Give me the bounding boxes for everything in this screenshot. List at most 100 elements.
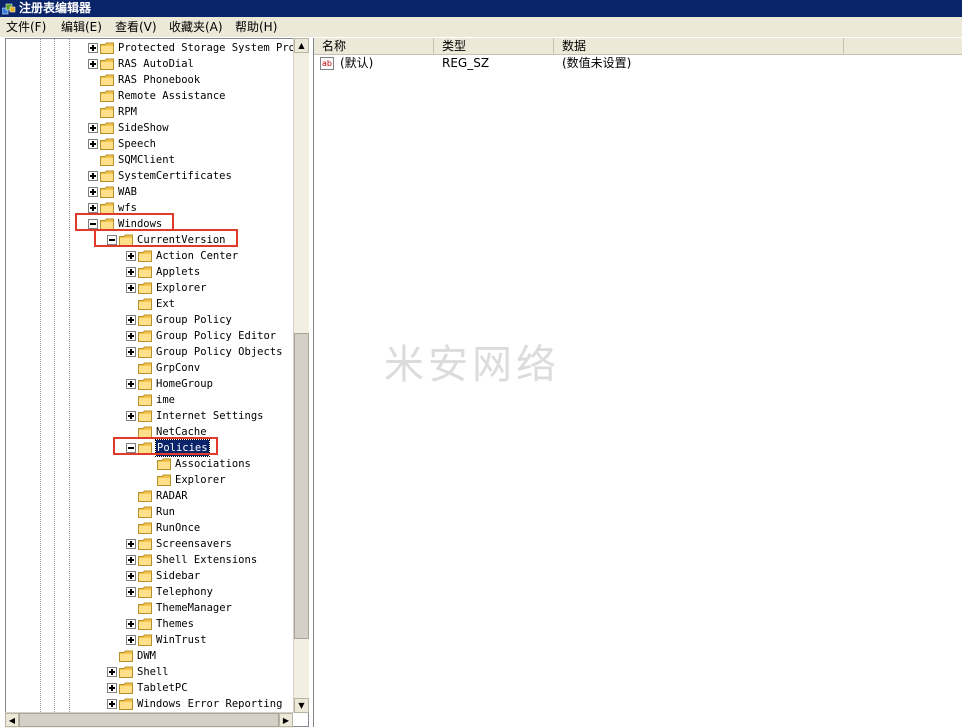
column-type[interactable]: 类型 <box>434 38 554 54</box>
menu-edit[interactable]: 编辑(E) <box>61 17 102 37</box>
menu-favorites[interactable]: 收藏夹(A) <box>169 17 223 37</box>
tree-item-label: Internet Settings <box>156 410 264 422</box>
folder-icon <box>138 378 152 390</box>
tree-item-label: Remote Assistance <box>118 90 226 102</box>
tree-item[interactable]: SQMClient <box>6 152 306 168</box>
tree-vertical-scrollbar[interactable]: ▲ ▼ <box>293 38 309 713</box>
tree-item[interactable]: RADAR <box>6 488 306 504</box>
expand-plus-icon[interactable] <box>88 203 98 213</box>
tree-item[interactable]: Shell <box>6 664 306 680</box>
tree-item[interactable]: Associations <box>6 456 306 472</box>
scroll-down-arrow-icon[interactable]: ▼ <box>294 698 309 713</box>
tree-item[interactable]: Ext <box>6 296 306 312</box>
tree-item[interactable]: Telephony <box>6 584 306 600</box>
tree-item[interactable]: RAS Phonebook <box>6 72 306 88</box>
tree-item[interactable]: SideShow <box>6 120 306 136</box>
value-data: (数值未设置) <box>562 56 632 70</box>
expand-plus-icon[interactable] <box>126 331 136 341</box>
menu-view[interactable]: 查看(V) <box>115 17 157 37</box>
expand-plus-icon[interactable] <box>107 699 117 709</box>
expand-plus-icon[interactable] <box>126 635 136 645</box>
expand-plus-icon[interactable] <box>126 619 136 629</box>
tree-item[interactable]: ThemeManager <box>6 600 306 616</box>
value-row[interactable]: ab (默认) REG_SZ (数值未设置) <box>314 55 962 72</box>
tree-item-label: Action Center <box>156 250 239 262</box>
tree-item[interactable]: WAB <box>6 184 306 200</box>
tree-item[interactable]: Explorer <box>6 472 306 488</box>
expand-plus-icon[interactable] <box>88 59 98 69</box>
expand-plus-icon[interactable] <box>107 683 117 693</box>
expand-plus-icon[interactable] <box>88 123 98 133</box>
tree-item-label: RPM <box>118 106 137 118</box>
column-data[interactable]: 数据 <box>554 38 844 54</box>
scroll-right-arrow-icon[interactable]: ▶ <box>279 713 293 727</box>
expand-plus-icon[interactable] <box>107 667 117 677</box>
expand-plus-icon[interactable] <box>126 587 136 597</box>
expand-plus-icon[interactable] <box>88 139 98 149</box>
tree-item[interactable]: SystemCertificates <box>6 168 306 184</box>
folder-icon <box>138 570 152 582</box>
scroll-up-arrow-icon[interactable]: ▲ <box>294 38 309 53</box>
tree-item-label: Group Policy <box>156 314 232 326</box>
tree-item[interactable]: Group Policy <box>6 312 306 328</box>
tree-item[interactable]: Applets <box>6 264 306 280</box>
horizontal-scroll-thumb[interactable] <box>19 713 279 727</box>
tree-horizontal-scrollbar[interactable]: ◀ ▶ <box>5 712 293 728</box>
tree-item[interactable]: HomeGroup <box>6 376 306 392</box>
expand-plus-icon[interactable] <box>88 171 98 181</box>
menu-help[interactable]: 帮助(H) <box>235 17 277 37</box>
folder-icon <box>100 58 114 70</box>
tree-item[interactable]: Remote Assistance <box>6 88 306 104</box>
expand-plus-icon[interactable] <box>126 555 136 565</box>
red-highlight-box <box>113 437 219 455</box>
tree-item-label: Sidebar <box>156 570 201 582</box>
tree-item[interactable]: Windows Error Reporting <box>6 696 306 712</box>
expand-plus-icon[interactable] <box>126 251 136 261</box>
tree-item-label: Applets <box>156 266 201 278</box>
column-name[interactable]: 名称 <box>314 38 434 54</box>
expand-plus-icon[interactable] <box>88 43 98 53</box>
tree-item[interactable]: WinTrust <box>6 632 306 648</box>
expand-plus-icon[interactable] <box>126 347 136 357</box>
expand-plus-icon[interactable] <box>126 315 136 325</box>
tree-item[interactable]: ime <box>6 392 306 408</box>
registry-editor-icon <box>2 3 16 15</box>
tree-item[interactable]: GrpConv <box>6 360 306 376</box>
expand-plus-icon[interactable] <box>126 539 136 549</box>
folder-icon <box>100 122 114 134</box>
tree-item[interactable]: Protected Storage System Pro <box>6 40 306 56</box>
tree-item[interactable]: Sidebar <box>6 568 306 584</box>
tree-item[interactable]: Group Policy Objects <box>6 344 306 360</box>
folder-icon <box>138 522 152 534</box>
vertical-scroll-thumb[interactable] <box>294 333 309 639</box>
folder-icon <box>119 682 133 694</box>
expand-plus-icon[interactable] <box>88 187 98 197</box>
expand-plus-icon[interactable] <box>126 379 136 389</box>
tree-item[interactable]: Screensavers <box>6 536 306 552</box>
menu-file[interactable]: 文件(F) <box>6 17 46 37</box>
tree-item[interactable]: Internet Settings <box>6 408 306 424</box>
tree-item[interactable]: Speech <box>6 136 306 152</box>
tree-item-label: Explorer <box>175 474 226 486</box>
folder-icon <box>138 314 152 326</box>
tree-item[interactable]: Action Center <box>6 248 306 264</box>
registry-tree[interactable]: Protected Storage System Pro RAS AutoDial… <box>5 38 309 727</box>
expand-plus-icon[interactable] <box>126 571 136 581</box>
expand-plus-icon[interactable] <box>126 267 136 277</box>
tree-item-label: Associations <box>175 458 251 470</box>
tree-item[interactable]: RPM <box>6 104 306 120</box>
tree-item[interactable]: Run <box>6 504 306 520</box>
tree-item[interactable]: Themes <box>6 616 306 632</box>
scroll-left-arrow-icon[interactable]: ◀ <box>5 713 19 727</box>
tree-item[interactable]: RAS AutoDial <box>6 56 306 72</box>
folder-icon <box>138 410 152 422</box>
tree-item[interactable]: Explorer <box>6 280 306 296</box>
tree-item[interactable]: RunOnce <box>6 520 306 536</box>
tree-item[interactable]: Shell Extensions <box>6 552 306 568</box>
tree-item[interactable]: DWM <box>6 648 306 664</box>
folder-icon <box>138 602 152 614</box>
tree-item[interactable]: Group Policy Editor <box>6 328 306 344</box>
expand-plus-icon[interactable] <box>126 283 136 293</box>
tree-item[interactable]: TabletPC <box>6 680 306 696</box>
expand-plus-icon[interactable] <box>126 411 136 421</box>
